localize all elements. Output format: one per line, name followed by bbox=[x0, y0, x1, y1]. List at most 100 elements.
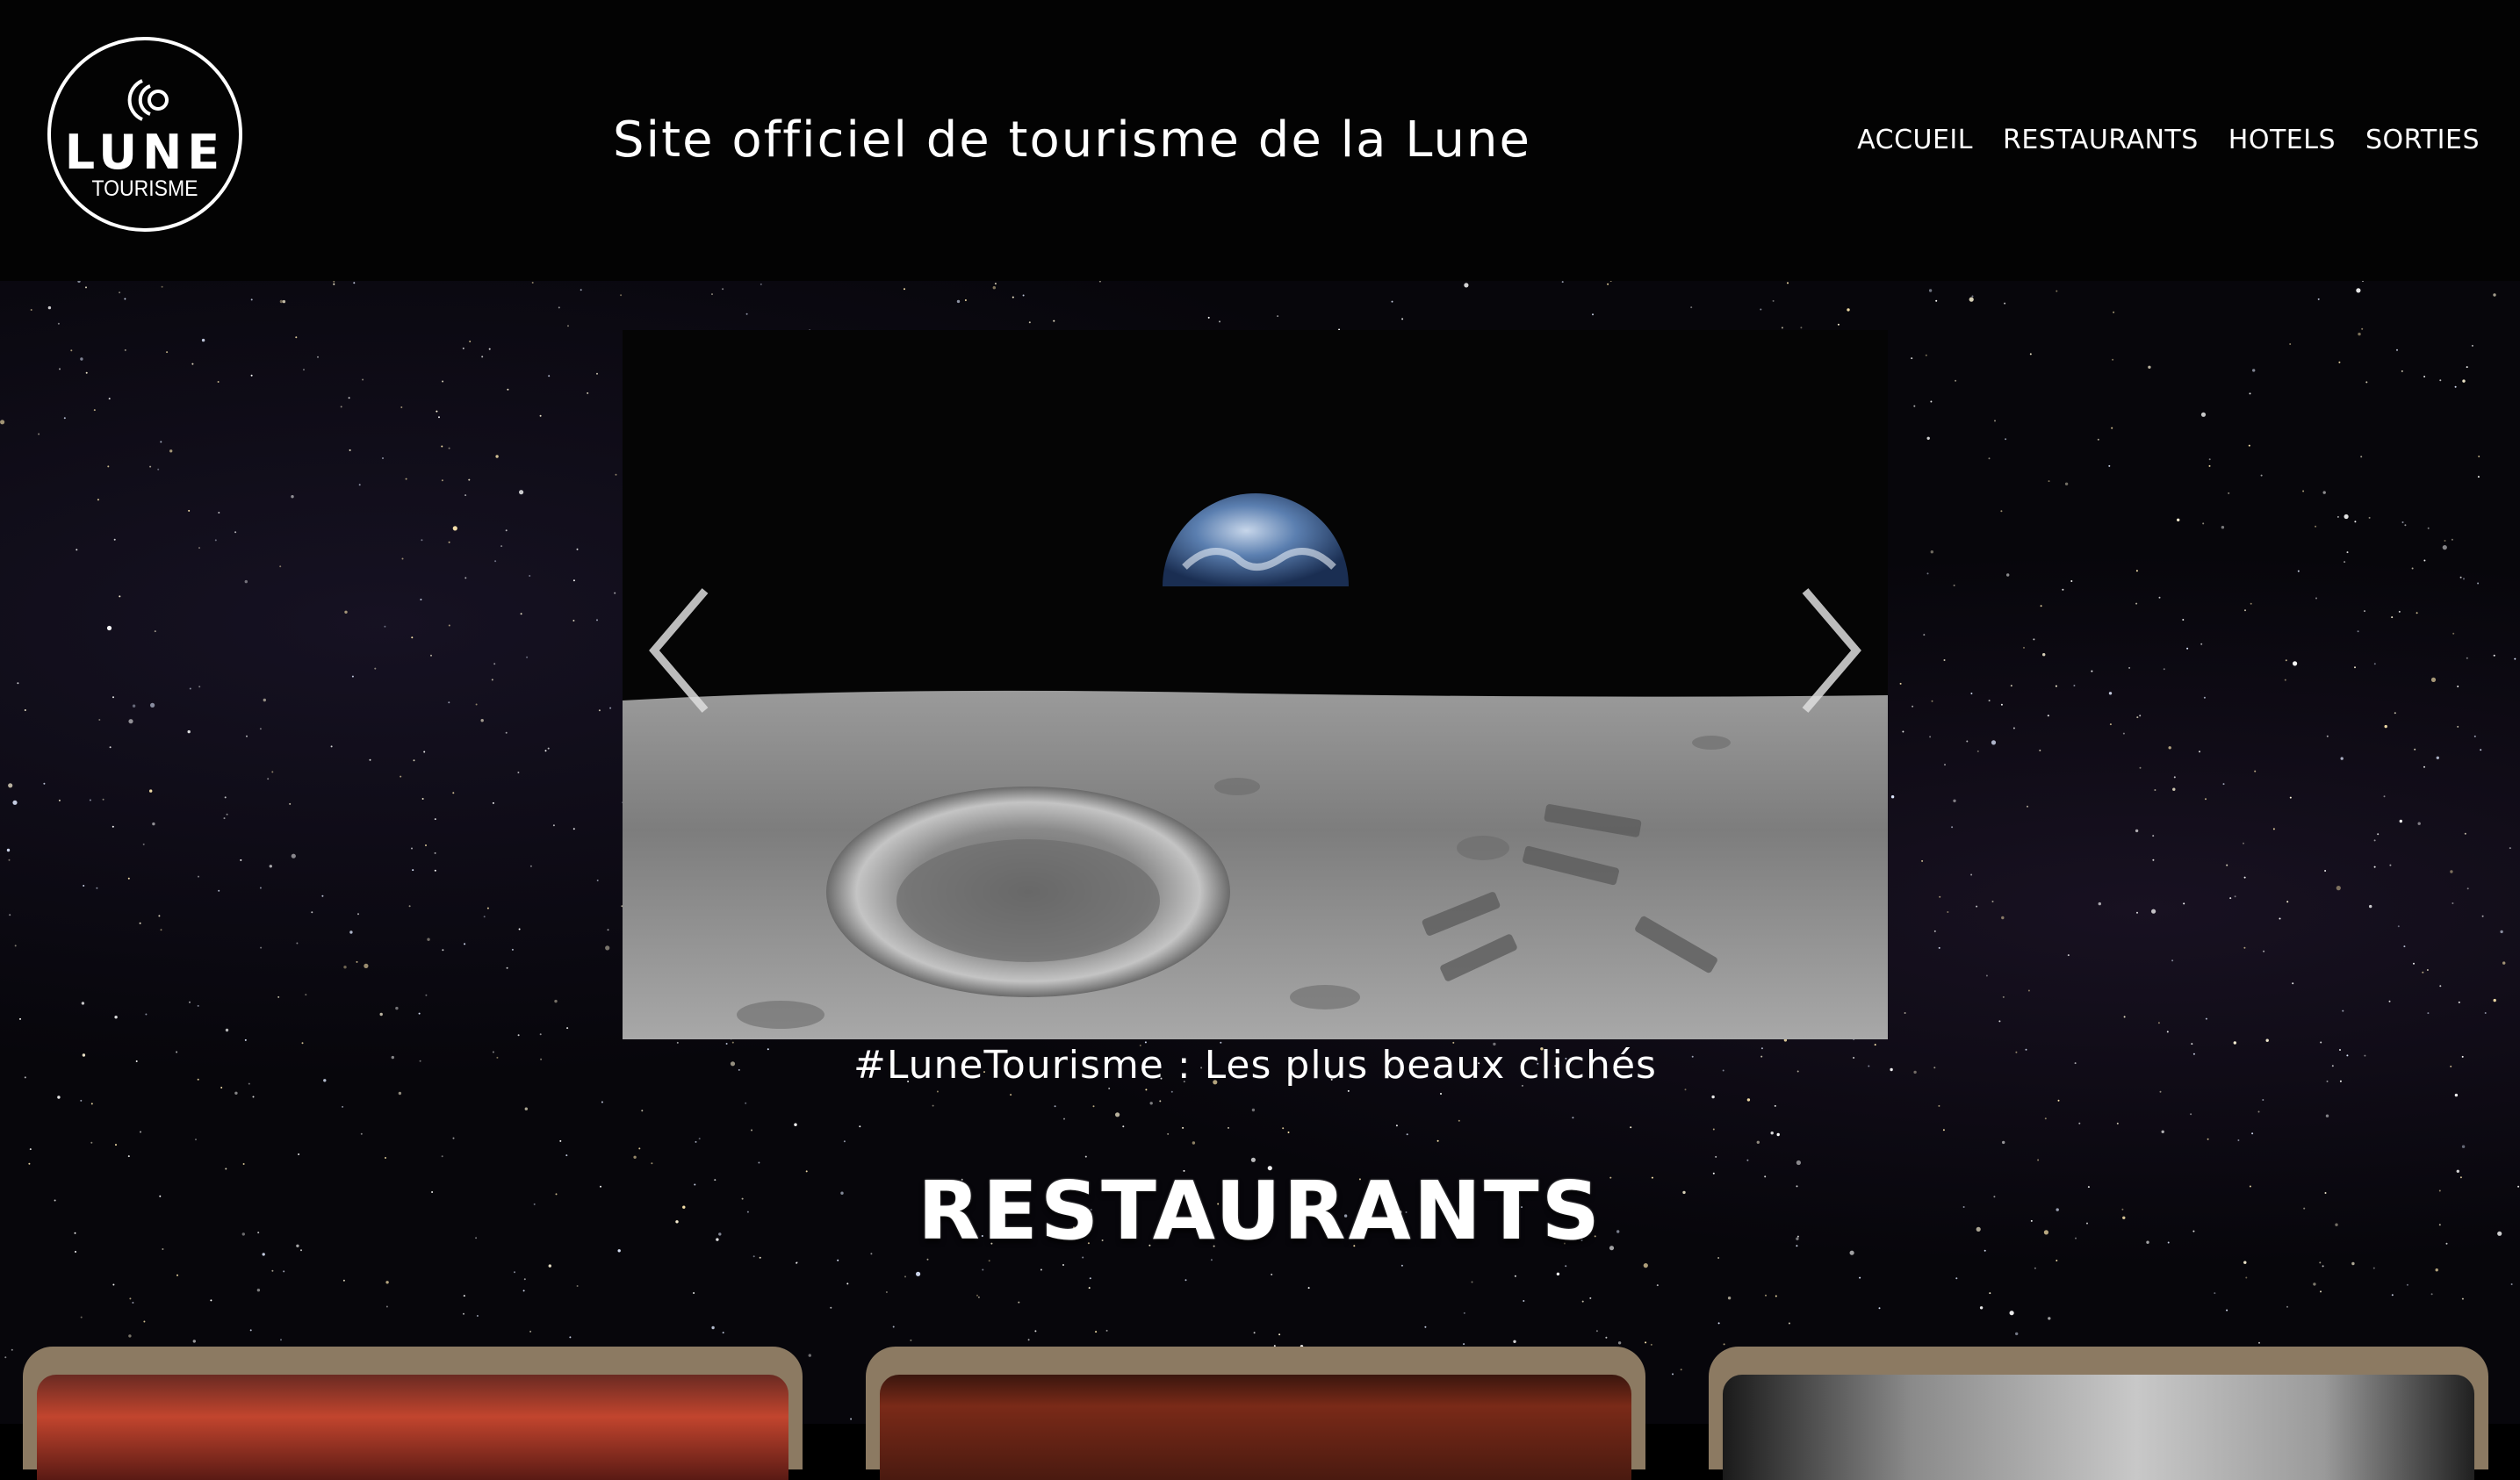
star-dot bbox=[601, 1101, 603, 1103]
star-dot bbox=[2048, 480, 2050, 483]
star-dot bbox=[1088, 1287, 1091, 1290]
star-dot bbox=[295, 336, 298, 339]
star-dot bbox=[85, 371, 88, 374]
lune-tourisme-logo[interactable]: LUNE TOURISME bbox=[47, 37, 242, 232]
star-dot bbox=[441, 445, 443, 448]
star-dot bbox=[693, 1292, 695, 1294]
star-dot bbox=[1715, 1155, 1717, 1158]
star-dot bbox=[2152, 859, 2155, 861]
star-dot bbox=[311, 911, 313, 914]
star-dot bbox=[2457, 725, 2459, 728]
star-dot bbox=[427, 938, 430, 941]
star-dot bbox=[493, 663, 496, 665]
star-dot bbox=[2135, 570, 2138, 572]
photo-carousel[interactable] bbox=[623, 330, 1888, 1039]
star-dot bbox=[547, 747, 550, 750]
star-dot bbox=[80, 1316, 83, 1318]
star-dot bbox=[977, 1296, 980, 1298]
star-dot bbox=[607, 929, 609, 931]
star-dot bbox=[2265, 1038, 2269, 1042]
star-dot bbox=[2033, 638, 2035, 641]
restaurant-card[interactable] bbox=[23, 1347, 803, 1480]
star-dot bbox=[507, 388, 509, 391]
restaurant-card[interactable] bbox=[866, 1347, 1645, 1480]
star-dot bbox=[2168, 746, 2171, 750]
carousel-next-arrow[interactable] bbox=[1789, 580, 1868, 721]
star-dot bbox=[24, 709, 26, 711]
nav-hotels[interactable]: HOTELS bbox=[2228, 121, 2336, 160]
star-dot bbox=[2243, 946, 2246, 949]
star-dot bbox=[425, 994, 428, 996]
star-dot bbox=[385, 1281, 389, 1284]
restaurant-card[interactable] bbox=[1709, 1347, 2488, 1480]
star-dot bbox=[554, 999, 558, 1003]
star-dot bbox=[2364, 610, 2365, 613]
star-dot bbox=[722, 1332, 724, 1334]
star-dot bbox=[964, 299, 967, 301]
star-dot bbox=[976, 1294, 978, 1297]
star-dot bbox=[1463, 1311, 1465, 1314]
star-dot bbox=[2136, 716, 2139, 719]
star-dot bbox=[1595, 1330, 1598, 1333]
star-dot bbox=[711, 293, 713, 296]
star-dot bbox=[1022, 294, 1025, 297]
star-dot bbox=[2320, 1290, 2322, 1293]
star-dot bbox=[1923, 634, 1926, 636]
star-dot bbox=[552, 824, 555, 827]
star-dot bbox=[1951, 826, 1954, 829]
star-dot bbox=[992, 286, 997, 290]
star-dot bbox=[463, 1312, 464, 1315]
star-dot bbox=[1989, 1292, 1991, 1295]
star-dot bbox=[2423, 765, 2425, 768]
star-dot bbox=[2177, 518, 2180, 521]
star-dot bbox=[448, 701, 450, 704]
star-dot bbox=[2245, 1276, 2248, 1279]
star-dot bbox=[2139, 766, 2142, 769]
star-dot bbox=[1092, 1105, 1095, 1108]
star-dot bbox=[2322, 491, 2326, 494]
star-dot bbox=[115, 1144, 117, 1146]
star-dot bbox=[511, 948, 514, 951]
star-dot bbox=[1207, 316, 1210, 319]
star-dot bbox=[2200, 412, 2207, 417]
star-dot bbox=[1979, 1306, 1984, 1310]
star-dot bbox=[1095, 1331, 1098, 1333]
star-dot bbox=[548, 375, 551, 377]
star-dot bbox=[1609, 281, 1612, 282]
star-dot bbox=[57, 1096, 61, 1099]
star-dot bbox=[1760, 308, 1762, 311]
star-dot bbox=[291, 495, 294, 499]
star-dot bbox=[2272, 828, 2275, 830]
star-dot bbox=[2454, 385, 2457, 388]
star-dot bbox=[96, 887, 98, 889]
star-dot bbox=[1765, 1294, 1767, 1297]
star-dot bbox=[2326, 735, 2329, 737]
star-dot bbox=[1672, 1373, 1674, 1376]
star-dot bbox=[464, 943, 466, 945]
star-dot bbox=[2320, 1041, 2322, 1044]
star-dot bbox=[2471, 344, 2473, 347]
star-dot bbox=[2182, 619, 2185, 621]
star-dot bbox=[1565, 1265, 1567, 1268]
star-dot bbox=[220, 1087, 223, 1088]
star-dot bbox=[349, 449, 351, 451]
star-dot bbox=[2042, 653, 2046, 657]
star-dot bbox=[448, 541, 450, 543]
star-dot bbox=[1471, 1281, 1473, 1283]
star-dot bbox=[2398, 610, 2401, 613]
star-dot bbox=[1645, 1341, 1647, 1344]
carousel-prev-arrow[interactable] bbox=[642, 580, 721, 721]
star-dot bbox=[1184, 1279, 1187, 1282]
nav-restaurants[interactable]: RESTAURANTS bbox=[2003, 121, 2199, 160]
star-dot bbox=[249, 1329, 252, 1332]
star-dot bbox=[695, 1140, 697, 1143]
star-dot bbox=[2377, 833, 2380, 836]
star-dot bbox=[2135, 602, 2138, 605]
star-dot bbox=[500, 545, 503, 548]
star-dot bbox=[576, 1285, 579, 1287]
nav-accueil[interactable]: ACCUEIL bbox=[1857, 121, 1973, 160]
nav-sorties[interactable]: SORTIES bbox=[2365, 121, 2480, 160]
star-dot bbox=[189, 687, 191, 690]
star-dot bbox=[2331, 1065, 2334, 1067]
star-dot bbox=[2001, 916, 2005, 920]
